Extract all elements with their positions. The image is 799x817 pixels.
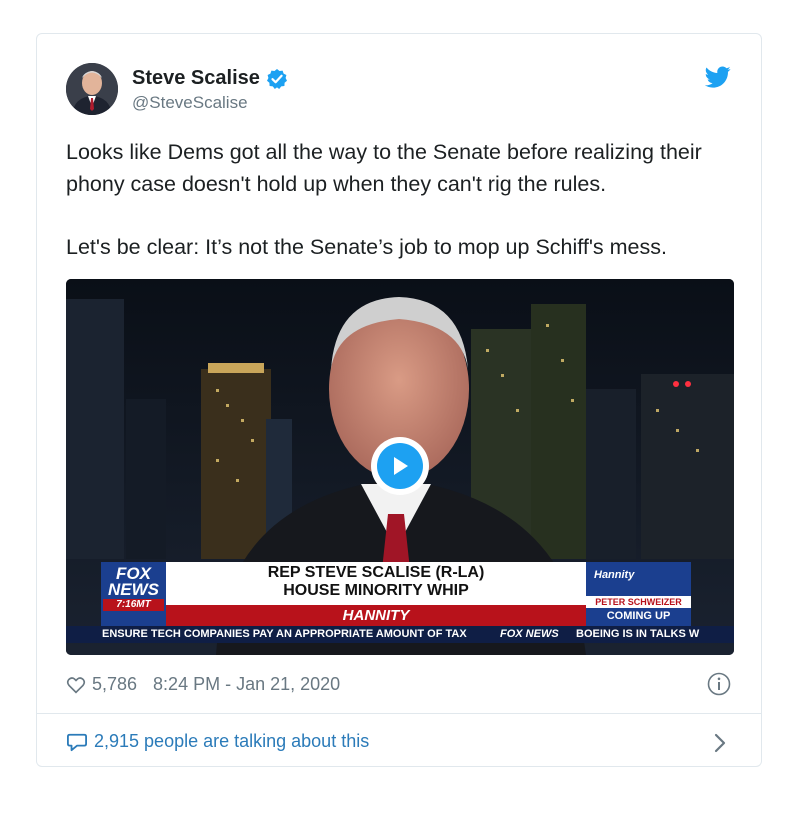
promo-status: COMING UP bbox=[606, 610, 671, 622]
chevron-right-icon[interactable] bbox=[713, 733, 727, 753]
author-name[interactable]: Steve Scalise bbox=[132, 67, 260, 90]
comment-bubble-icon bbox=[67, 733, 87, 751]
info-icon[interactable] bbox=[707, 672, 731, 696]
like-button[interactable]: 5,786 bbox=[66, 674, 137, 695]
ticker-right: BOEING IS IN TALKS W bbox=[576, 628, 700, 640]
ticker-left: ENSURE TECH COMPANIES PAY AN APPROPRIATE… bbox=[102, 628, 467, 640]
ticker-brand: FOX NEWS bbox=[500, 628, 559, 640]
chyron-line2: HOUSE MINORITY WHIP bbox=[283, 582, 469, 599]
chyron-title: REP STEVE SCALISE (R-LA) HOUSE MINORITY … bbox=[166, 564, 586, 600]
play-icon[interactable] bbox=[377, 443, 423, 489]
timestamp[interactable]: 8:24 PM - Jan 21, 2020 bbox=[153, 674, 340, 695]
chyron-line1: REP STEVE SCALISE (R-LA) bbox=[267, 564, 485, 581]
divider bbox=[37, 713, 761, 714]
tweet-paragraph: Let's be clear: It’s not the Senate’s jo… bbox=[66, 235, 667, 259]
tweet-paragraph: Looks like Dems got all the way to the S… bbox=[66, 140, 702, 196]
heart-icon[interactable] bbox=[66, 676, 86, 694]
network-logo: FOX NEWS 7:16MT bbox=[103, 565, 164, 611]
talking-link[interactable]: 2,915 people are talking about this bbox=[66, 731, 369, 752]
twitter-bird-icon[interactable] bbox=[704, 64, 731, 90]
talking-text[interactable]: 2,915 people are talking about this bbox=[94, 731, 369, 752]
like-count[interactable]: 5,786 bbox=[92, 674, 137, 695]
verified-badge-icon bbox=[266, 68, 288, 90]
tweet-text: Looks like Dems got all the way to the S… bbox=[66, 136, 726, 263]
video-player[interactable]: FOX NEWS 7:16MT REP STEVE SCALISE (R-LA)… bbox=[66, 279, 734, 655]
tweet-meta: 5,786 8:24 PM - Jan 21, 2020 bbox=[66, 674, 340, 695]
tweet-card: Steve Scalise @SteveScalise Looks like D… bbox=[36, 33, 762, 767]
promo-name: PETER SCHWEIZER bbox=[595, 597, 682, 607]
network-time: 7:16MT bbox=[103, 599, 164, 611]
promo-logo: Hannity bbox=[594, 569, 635, 581]
show-name: HANNITY bbox=[342, 607, 410, 624]
avatar[interactable] bbox=[66, 63, 118, 115]
author-block[interactable]: Steve Scalise @SteveScalise bbox=[132, 67, 288, 113]
author-handle[interactable]: @SteveScalise bbox=[132, 93, 288, 113]
play-button[interactable] bbox=[371, 437, 429, 495]
network-logo-bottom: NEWS bbox=[108, 580, 159, 599]
